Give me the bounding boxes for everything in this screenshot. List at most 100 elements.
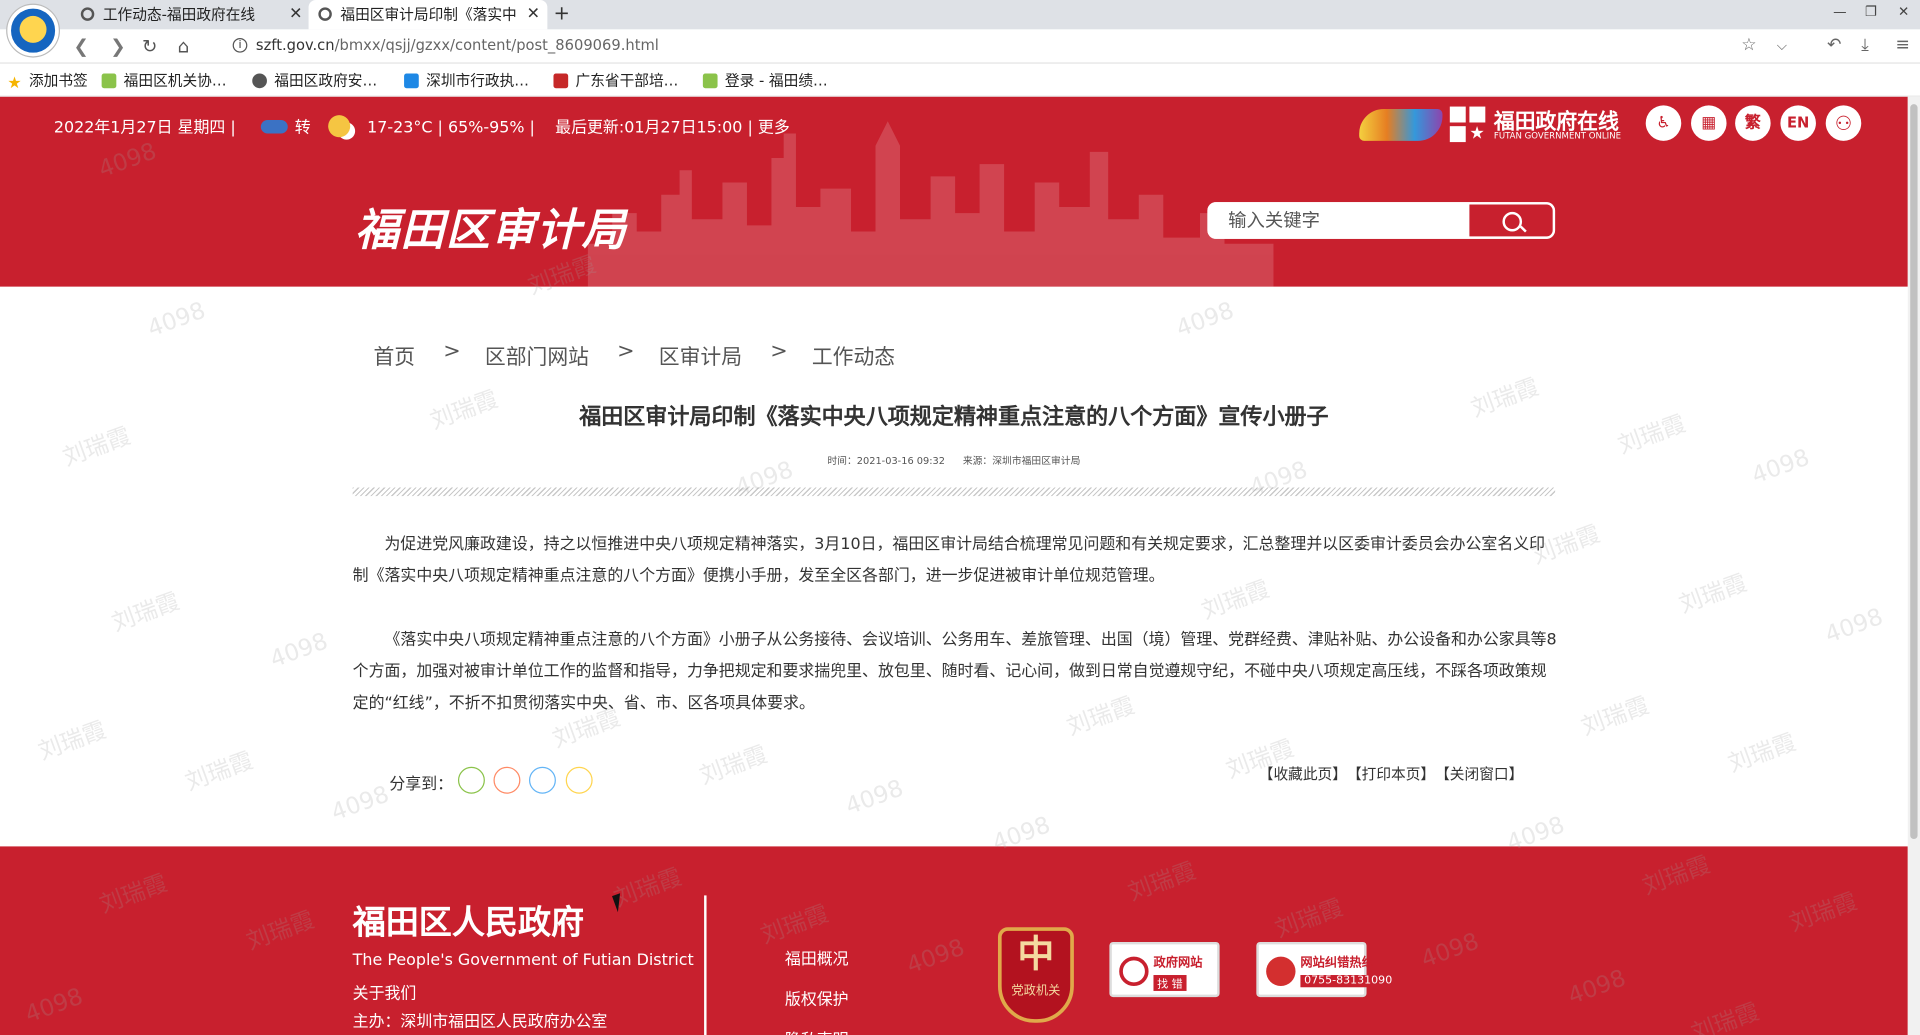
- calendar-icon[interactable]: ▦: [1691, 105, 1727, 141]
- breadcrumb-item[interactable]: 区部门网站: [485, 339, 589, 369]
- globe-icon: [80, 7, 95, 21]
- page-scrollbar[interactable]: [1907, 96, 1920, 1035]
- footer-divider: [704, 895, 707, 1035]
- breadcrumb-separator: >: [443, 339, 461, 364]
- futian-logo-icon: ★: [1449, 106, 1487, 144]
- qq-share-icon[interactable]: [528, 766, 556, 794]
- bookmark-label: 登录 - 福田绩…: [724, 72, 828, 90]
- bookmark-item[interactable]: 登录 - 福田绩…: [702, 70, 828, 91]
- bookmark-item[interactable]: 深圳市行政执…: [404, 70, 529, 91]
- flag-icon: [404, 73, 419, 89]
- article-paragraph: 《落实中央八项规定精神重点注意的八个方面》小册子从公务接待、会议培训、公务用车、…: [352, 630, 1557, 713]
- close-tab-icon[interactable]: ✕: [289, 0, 302, 29]
- bookmark-item[interactable]: 广东省干部培…: [553, 70, 678, 91]
- reload-icon[interactable]: ↻: [142, 36, 157, 58]
- watermark: 4098: [1821, 603, 1887, 649]
- download-icon[interactable]: ⤓: [1861, 36, 1869, 56]
- bookmarks-bar: ★ 添加书签 福田区机关协… 福田区政府安… 深圳市行政执… 广东省干部培… 登录…: [0, 63, 1920, 97]
- cloud-icon: [260, 120, 288, 134]
- bookmark-item[interactable]: ★ 添加书签: [7, 70, 87, 93]
- breadcrumb-separator: >: [617, 339, 635, 364]
- new-tab-button[interactable]: +: [553, 0, 569, 27]
- search-input[interactable]: [1207, 202, 1467, 239]
- about-us-link[interactable]: 关于我们: [353, 980, 417, 1003]
- search-button[interactable]: [1466, 202, 1556, 239]
- close-tab-icon[interactable]: ✕: [527, 0, 540, 29]
- btn-line2: 0755-83131090: [1300, 975, 1396, 988]
- undo-icon[interactable]: ↶: [1827, 36, 1841, 56]
- menu-icon[interactable]: ≡: [1896, 36, 1910, 56]
- browser-tab-active[interactable]: 福田区审计局印制《落实中 ✕: [308, 0, 548, 30]
- wechat-share-icon[interactable]: .s1::after{}: [457, 766, 485, 794]
- btn-line1: 网站纠错热线: [1300, 956, 1374, 971]
- watermark: 刘瑞霞: [1577, 691, 1653, 742]
- watermark: 刘瑞霞: [34, 716, 110, 766]
- article-meta: 时间：2021-03-16 09:32 来源：深圳市福田区审计局: [353, 454, 1555, 467]
- watermark: 刘瑞霞: [59, 422, 135, 472]
- watermark: 4098: [266, 627, 332, 674]
- forward-icon[interactable]: ❯: [110, 36, 125, 58]
- footer-link[interactable]: 福田概况: [785, 946, 849, 969]
- watermark: 刘瑞霞: [1614, 410, 1690, 460]
- print-page-link[interactable]: 【打印本页】: [1347, 763, 1435, 784]
- update-text[interactable]: 最后更新:01月27日15:00 | 更多: [555, 119, 790, 137]
- leaf-icon: [101, 73, 117, 89]
- url-field[interactable]: szft.gov.cn/bmxx/qsjj/gzxx/content/post_…: [256, 37, 659, 54]
- article-source: 来源：深圳市福田区审计局: [962, 455, 1081, 467]
- breadcrumb-item[interactable]: 首页: [373, 339, 415, 369]
- weather-bar: 2022年1月27日 星期四 | 转 17-23°C | 65%-95% | 最…: [54, 114, 790, 138]
- party-gov-badge[interactable]: 中 党政机关: [997, 927, 1074, 1023]
- globe-icon: [318, 7, 332, 21]
- bookmark-label: 福田区机关协…: [123, 72, 227, 90]
- badge-symbol: 中: [1017, 933, 1055, 977]
- magnifier-icon: [1119, 956, 1149, 987]
- bookmark-star-icon[interactable]: ☆: [1741, 36, 1756, 56]
- sitemap-icon[interactable]: ⚇: [1825, 105, 1862, 141]
- footer-link[interactable]: 隐私声明: [785, 1026, 849, 1035]
- footer-link[interactable]: 版权保护: [785, 986, 849, 1009]
- footer-host: 主办：深圳市福田区人民政府办公室: [352, 1012, 608, 1032]
- dropdown-icon[interactable]: ⌵: [1777, 38, 1787, 55]
- watermark: 4098: [1172, 296, 1238, 343]
- weibo-share-icon[interactable]: [493, 766, 521, 794]
- minimize-icon[interactable]: —: [1833, 4, 1846, 20]
- scrollbar-thumb[interactable]: [1910, 104, 1918, 840]
- site-brand-logo[interactable]: ★ 福田政府在线 FUTAN GOVERNMENT ONLINE: [1359, 104, 1635, 143]
- search-box: [1207, 202, 1556, 239]
- breadcrumb-item[interactable]: 工作动态: [812, 339, 895, 369]
- watermark: 4098: [144, 296, 209, 343]
- bookmark-page-link[interactable]: 【收藏此页】: [1259, 763, 1347, 784]
- site-footer: 福田区人民政府 The People's Government of Futia…: [0, 846, 1908, 1035]
- browser-tab[interactable]: 工作动态-福田政府在线 ✕: [71, 0, 310, 29]
- bookmark-item[interactable]: 福田区政府安…: [252, 70, 377, 91]
- close-window-link[interactable]: 【关闭窗口】: [1435, 763, 1523, 784]
- site-title[interactable]: 福田区审计局: [355, 195, 627, 259]
- btn-line1: 政府网站: [1153, 956, 1203, 971]
- watermark: 4098: [327, 780, 393, 827]
- breadcrumb-item[interactable]: 区审计局: [659, 339, 742, 369]
- article-time: 时间：2021-03-16 09:32: [827, 455, 946, 467]
- phone-icon: [1266, 956, 1296, 987]
- share-label: 分享到：: [389, 775, 454, 794]
- back-icon[interactable]: ❮: [73, 36, 88, 58]
- accessibility-icon[interactable]: ♿: [1645, 105, 1682, 141]
- watermark: 刘瑞霞: [1675, 569, 1751, 619]
- tab-title: 福田区审计局印制《落实中: [340, 6, 517, 24]
- leaf-icon: [702, 73, 718, 89]
- window-close-icon[interactable]: ✕: [1898, 4, 1909, 20]
- favorite-share-icon[interactable]: [565, 766, 593, 794]
- traditional-chinese-icon[interactable]: 繁: [1735, 105, 1771, 141]
- site-info-icon[interactable]: i: [232, 37, 248, 53]
- restore-icon[interactable]: ❐: [1865, 4, 1877, 20]
- globe-icon: [252, 73, 267, 89]
- browser-logo[interactable]: [7, 4, 59, 57]
- bookmark-item[interactable]: 福田区机关协…: [101, 70, 227, 91]
- watermark: 刘瑞霞: [1724, 728, 1800, 778]
- btn-line2: 找 错: [1153, 975, 1187, 991]
- english-icon[interactable]: EN: [1780, 105, 1816, 141]
- website-error-report-button[interactable]: 政府网站 找 错: [1109, 941, 1220, 998]
- home-icon[interactable]: ⌂: [178, 36, 190, 58]
- bookmark-label: 广东省干部培…: [575, 72, 679, 90]
- brand-subtitle: FUTAN GOVERNMENT ONLINE: [1493, 131, 1622, 141]
- error-hotline-button[interactable]: 网站纠错热线 0755-83131090: [1256, 941, 1396, 998]
